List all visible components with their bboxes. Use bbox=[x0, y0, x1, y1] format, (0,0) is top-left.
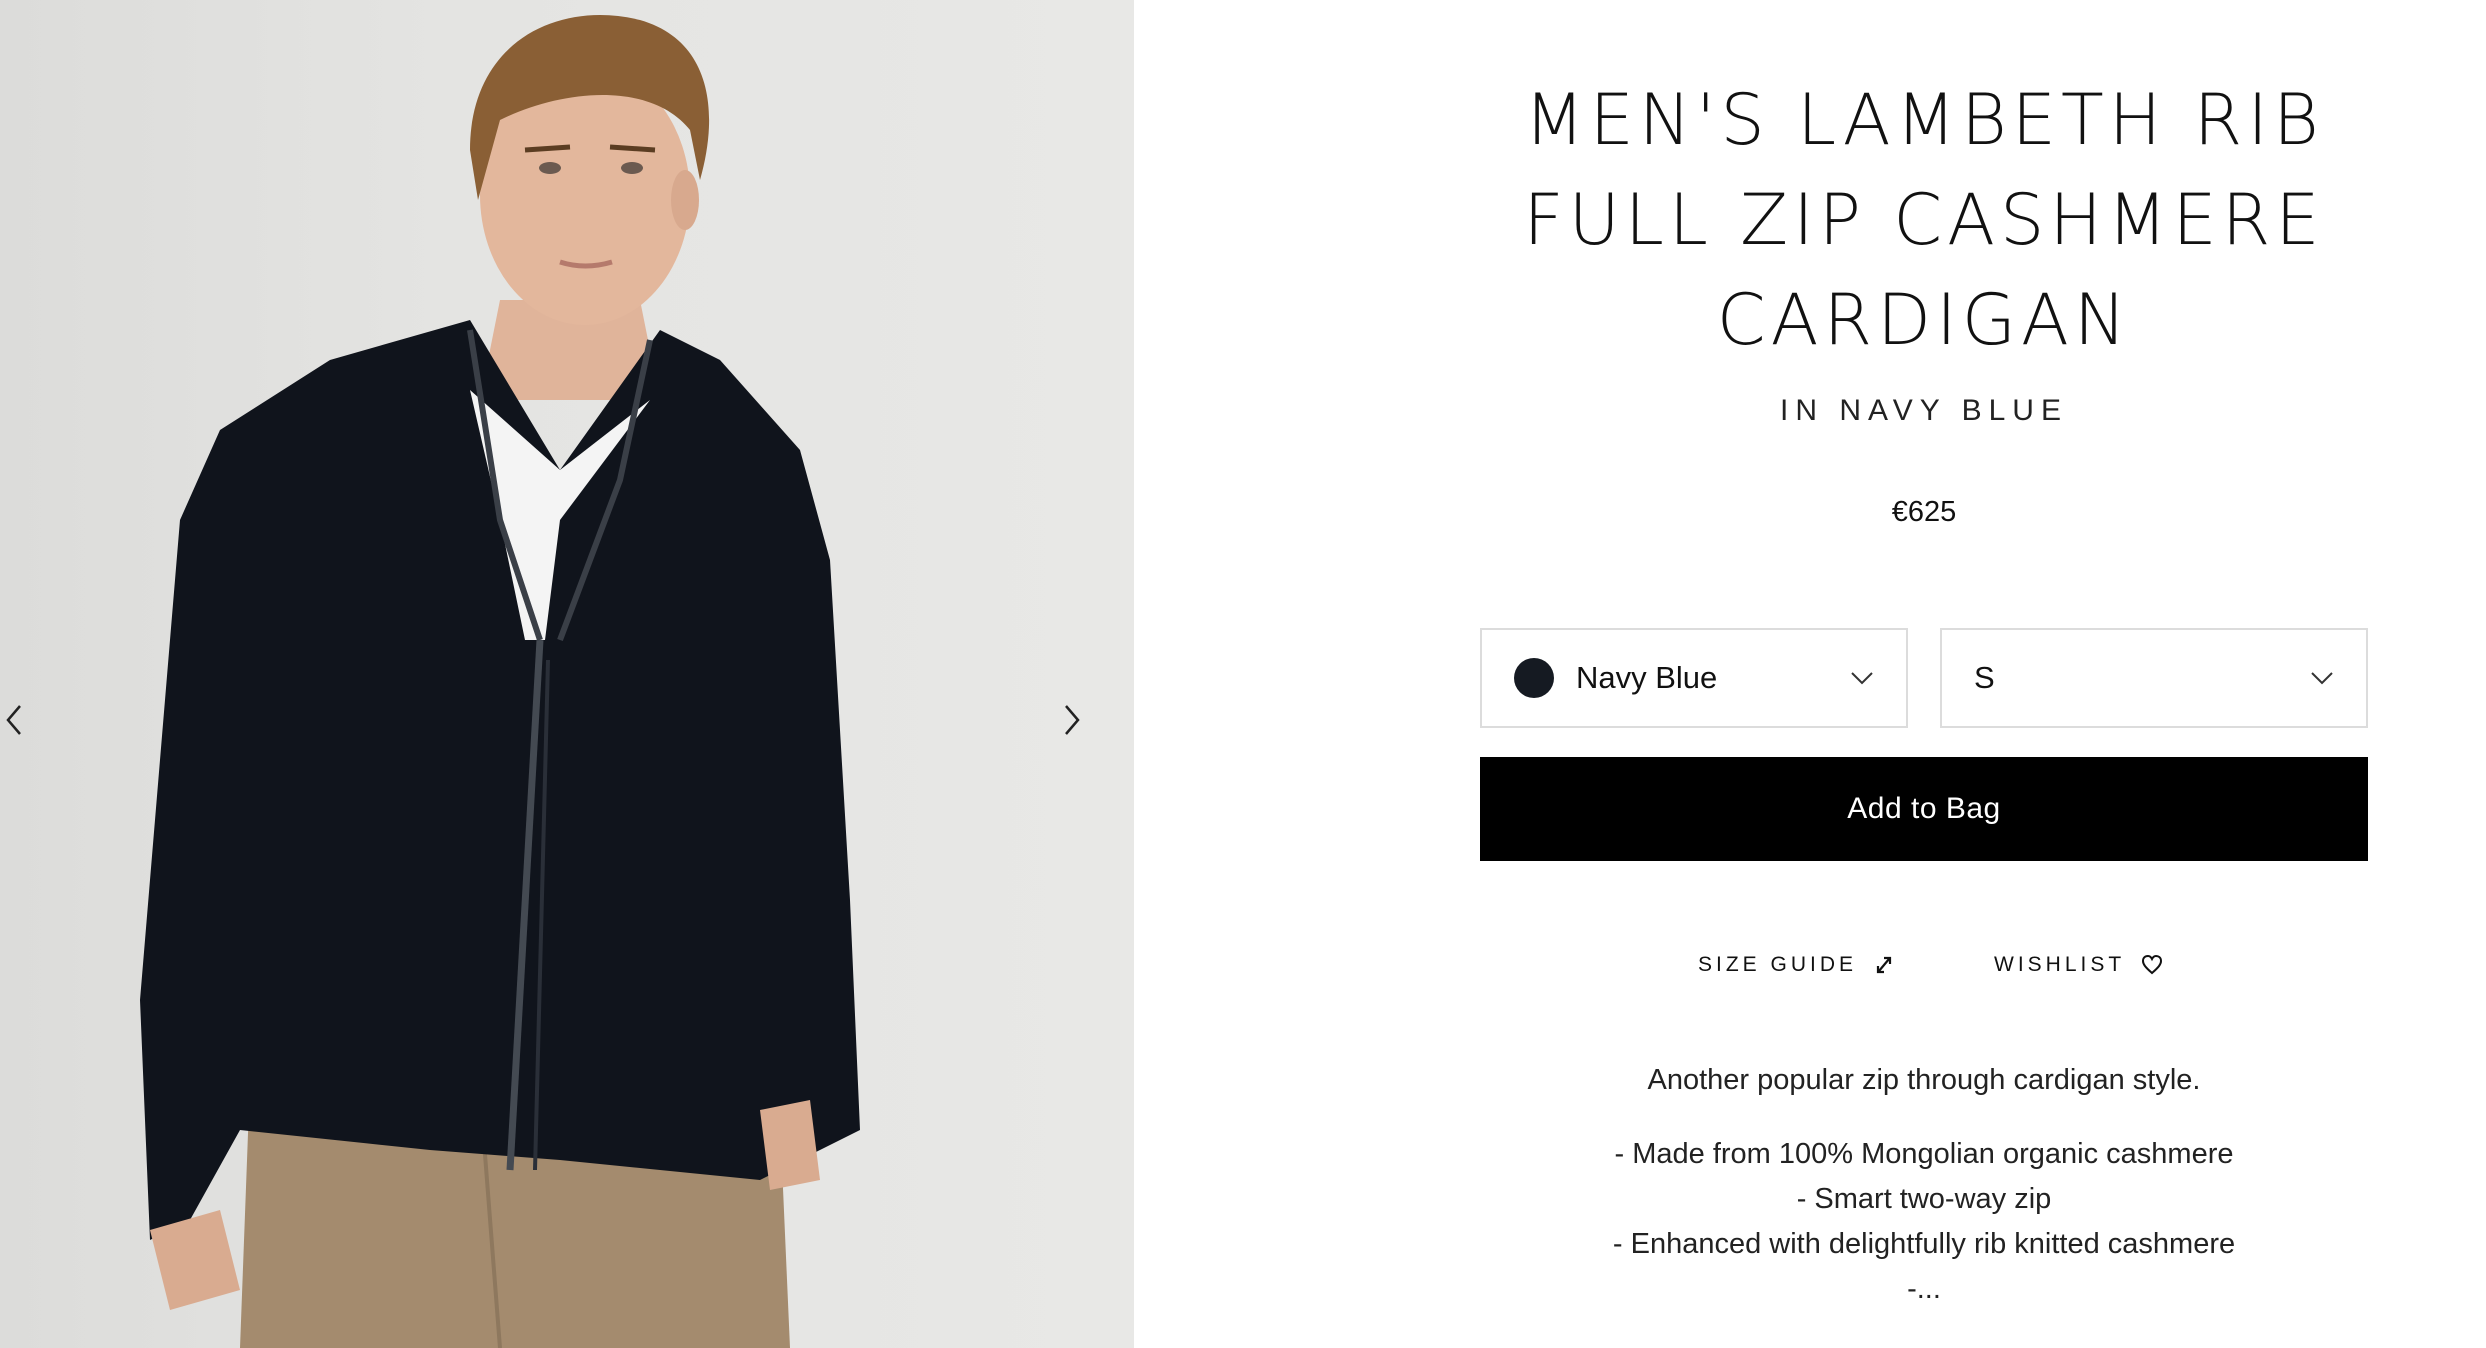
color-select-value: Navy Blue bbox=[1576, 660, 1718, 695]
product-page: MEN'S LAMBETH RIB FULL ZIP CASHMERE CARD… bbox=[0, 0, 2486, 1348]
chevron-left-icon bbox=[6, 705, 21, 735]
gallery-next-button[interactable] bbox=[1052, 700, 1092, 740]
wishlist-label: WISHLIST bbox=[1994, 953, 2126, 976]
chevron-down-icon bbox=[2311, 672, 2333, 685]
product-price: €625 bbox=[1891, 496, 1957, 528]
heart-icon bbox=[2142, 954, 2163, 975]
color-select[interactable]: Navy Blue bbox=[1480, 628, 1908, 728]
gallery-prev-button[interactable] bbox=[0, 700, 34, 740]
size-guide-link[interactable]: SIZE GUIDE bbox=[1698, 950, 1895, 980]
size-guide-label: SIZE GUIDE bbox=[1698, 953, 1858, 976]
product-description: Another popular zip through cardigan sty… bbox=[1480, 1058, 2368, 1312]
product-info: MEN'S LAMBETH RIB FULL ZIP CASHMERE CARD… bbox=[1480, 0, 2368, 1348]
product-title: MEN'S LAMBETH RIB FULL ZIP CASHMERE CARD… bbox=[1523, 79, 2325, 361]
description-bullets: - Made from 100% Mongolian organic cashm… bbox=[1480, 1132, 2368, 1312]
size-select[interactable]: S bbox=[1940, 628, 2368, 728]
description-lead: Another popular zip through cardigan sty… bbox=[1647, 1064, 2201, 1096]
add-to-bag-button[interactable]: Add to Bag bbox=[1480, 757, 2368, 861]
description-bullet: - Enhanced with delightfully rib knitted… bbox=[1612, 1228, 2236, 1260]
wishlist-link[interactable]: WISHLIST bbox=[1994, 950, 2163, 980]
chevron-right-icon bbox=[1065, 705, 1080, 735]
description-bullet: - Smart two-way zip bbox=[1796, 1183, 2052, 1215]
product-image-gallery[interactable] bbox=[0, 0, 1134, 1348]
expand-icon bbox=[1876, 956, 1892, 974]
product-color-subtitle: IN NAVY BLUE bbox=[1780, 394, 2068, 427]
description-bullet: - Made from 100% Mongolian organic cashm… bbox=[1614, 1138, 2234, 1170]
size-select-value: S bbox=[1974, 660, 1995, 695]
product-photo bbox=[140, 15, 860, 1348]
description-bullet: -... bbox=[1907, 1273, 1941, 1305]
chevron-down-icon bbox=[1851, 672, 1873, 685]
color-swatch bbox=[1514, 658, 1554, 698]
